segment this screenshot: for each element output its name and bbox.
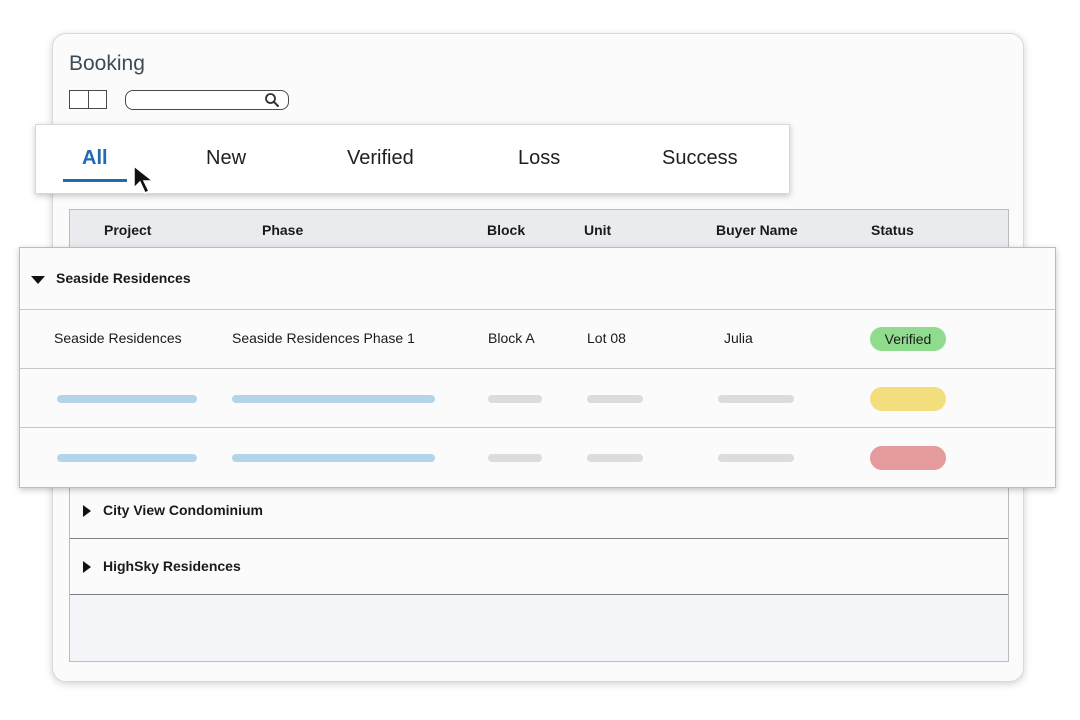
status-pill-loss <box>870 446 946 470</box>
cell-unit: Lot 08 <box>587 330 626 346</box>
placeholder-project <box>57 395 197 403</box>
search-icon[interactable] <box>264 92 280 108</box>
cell-block: Block A <box>488 330 535 346</box>
page-title: Booking <box>69 52 145 75</box>
tab-all[interactable]: All <box>82 147 108 170</box>
tab-verified[interactable]: Verified <box>347 147 414 170</box>
placeholder-unit <box>587 395 643 403</box>
group-row-highsky-residences[interactable]: HighSky Residences <box>70 539 1008 595</box>
placeholder-unit <box>587 454 643 462</box>
group-row-seaside-residences[interactable]: Seaside Residences <box>20 248 1055 310</box>
placeholder-project <box>57 454 197 462</box>
view-toggle-right[interactable] <box>89 91 107 108</box>
status-badge: Verified <box>870 327 946 351</box>
table-row-placeholder[interactable] <box>20 428 1055 488</box>
group-label: HighSky Residences <box>103 558 241 574</box>
column-header-unit[interactable]: Unit <box>584 222 611 238</box>
group-row-city-view-condominium[interactable]: City View Condominium <box>70 483 1008 539</box>
placeholder-buyer <box>718 395 794 403</box>
column-header-block[interactable]: Block <box>487 222 525 238</box>
column-header-project[interactable]: Project <box>104 222 151 238</box>
table-header: Project Phase Block Unit Buyer Name Stat… <box>70 210 1008 250</box>
group-label: City View Condominium <box>103 502 263 518</box>
column-header-buyer-name[interactable]: Buyer Name <box>716 222 798 238</box>
status-pill-pending <box>870 387 946 411</box>
view-toggle-left[interactable] <box>70 91 89 108</box>
column-header-status[interactable]: Status <box>871 222 914 238</box>
expanded-group-seaside-residences: Seaside Residences Seaside Residences Se… <box>19 247 1056 488</box>
tab-loss[interactable]: Loss <box>518 147 560 170</box>
placeholder-block <box>488 454 542 462</box>
mouse-pointer-icon <box>133 164 156 195</box>
table-row-placeholder[interactable] <box>20 369 1055 428</box>
tab-new[interactable]: New <box>206 147 246 170</box>
tab-success[interactable]: Success <box>662 147 738 170</box>
group-label: Seaside Residences <box>56 270 191 286</box>
placeholder-phase <box>232 454 435 462</box>
caret-right-icon <box>83 505 91 517</box>
cell-project: Seaside Residences <box>54 330 182 346</box>
search-input[interactable] <box>132 92 260 108</box>
caret-right-icon <box>83 561 91 573</box>
table-row[interactable]: Seaside Residences Seaside Residences Ph… <box>20 310 1055 369</box>
placeholder-phase <box>232 395 435 403</box>
cell-phase: Seaside Residences Phase 1 <box>232 330 415 346</box>
view-toggle-button[interactable] <box>69 90 107 109</box>
placeholder-block <box>488 395 542 403</box>
caret-down-icon <box>31 276 45 284</box>
active-tab-indicator <box>63 179 127 182</box>
cell-buyer-name: Julia <box>724 330 753 346</box>
column-header-phase[interactable]: Phase <box>262 222 303 238</box>
placeholder-buyer <box>718 454 794 462</box>
search-box[interactable] <box>125 90 289 110</box>
